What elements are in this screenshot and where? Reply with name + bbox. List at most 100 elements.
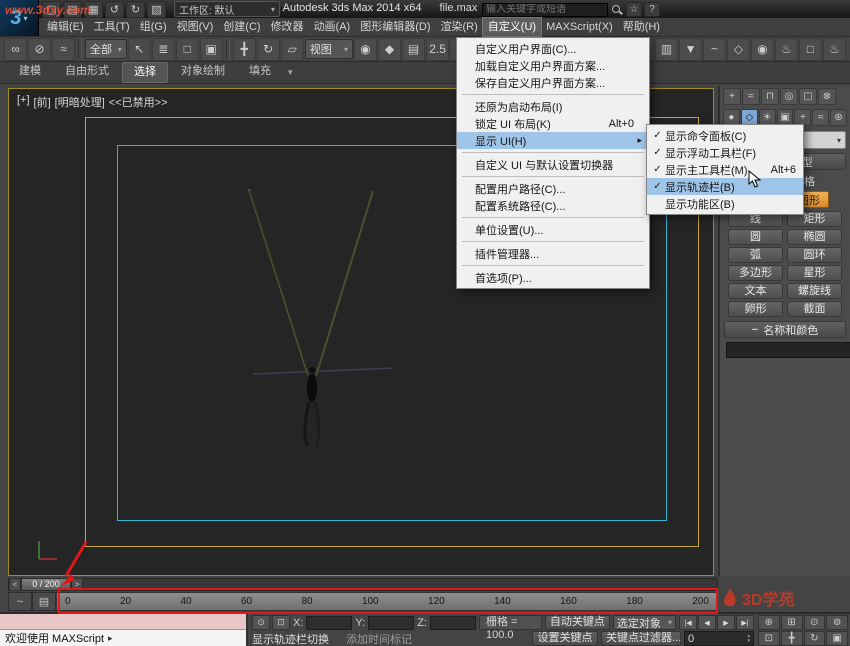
pan-icon[interactable]: ╋ <box>780 631 803 646</box>
redo-icon[interactable]: ↻ <box>126 0 145 18</box>
key-filters-button[interactable]: 关键点过滤器... <box>601 631 681 646</box>
shape-button[interactable]: 卵形 <box>728 301 783 317</box>
previous-frame-icon[interactable]: ◀ <box>698 615 716 630</box>
menubar-item[interactable]: 图形编辑器(D) <box>355 18 435 36</box>
maximize-viewport-icon[interactable]: ▣ <box>826 631 848 646</box>
submenu-item[interactable]: ✓ 显示轨迹栏(B) <box>647 178 803 195</box>
display-tab-icon[interactable]: ▢ <box>799 88 817 105</box>
search-icon[interactable] <box>611 4 623 16</box>
menu-item[interactable]: ✓ 锁定 UI 布局(K) Alt+0 ▸ <box>457 115 649 132</box>
hierarchy-tab-icon[interactable]: ⊓ <box>761 88 779 105</box>
go-to-start-icon[interactable]: |◀ <box>679 615 697 630</box>
select-and-move-icon[interactable]: ╋ <box>232 37 256 61</box>
ribbon-tab[interactable]: 自由形式 <box>54 62 120 83</box>
save-file-icon[interactable]: ▦ <box>84 0 103 18</box>
menubar-item[interactable]: 编辑(E) <box>42 18 89 36</box>
menubar-item[interactable]: 修改器 <box>266 18 309 36</box>
isolate-selection-icon[interactable]: ⊙ <box>252 615 270 630</box>
workspace-selector[interactable]: 工作区: 默认 ▾ <box>174 1 280 17</box>
go-to-end-icon[interactable]: ▶| <box>736 615 754 630</box>
maxscript-mini-listener[interactable]: 欢迎使用 MAXScript ▸ <box>0 614 248 646</box>
reference-coordinate-dropdown[interactable]: 视图 ▾ <box>304 39 354 59</box>
shape-button[interactable]: 圆环 <box>787 247 842 263</box>
auto-key-button[interactable]: 自动关键点 <box>544 615 610 630</box>
menu-item[interactable]: ✓ 自定义 UI 与默认设置切换器 ▸ <box>457 156 649 173</box>
menubar-item[interactable]: 组(G) <box>135 18 172 36</box>
listener-line[interactable]: 欢迎使用 MAXScript ▸ <box>0 630 246 646</box>
viewport-label-part[interactable]: [前] <box>34 94 51 110</box>
ribbon-tab[interactable]: 建模 <box>8 62 52 83</box>
space-warps-category-icon[interactable]: ≈ <box>812 109 830 126</box>
menu-item[interactable]: ✓ 单位设置(U)... ▸ <box>457 221 649 238</box>
shape-button[interactable]: 螺旋线 <box>787 283 842 299</box>
y-coordinate-field[interactable] <box>368 615 415 630</box>
viewport-label-part[interactable]: <<已禁用>> <box>109 94 168 110</box>
select-and-rotate-icon[interactable]: ↻ <box>256 37 280 61</box>
modify-tab-icon[interactable]: ≈ <box>742 88 760 105</box>
add-time-tag-button[interactable]: 添加时间标记 <box>346 631 412 646</box>
menu-item[interactable]: ✓ 配置系统路径(C)... ▸ <box>457 197 649 214</box>
submenu-item[interactable]: ✓ 显示功能区(B) <box>647 195 803 212</box>
selection-set-dropdown[interactable]: 选定对象 ▾ <box>612 615 676 630</box>
use-pivot-center-icon[interactable]: ◉ <box>354 37 378 61</box>
material-editor-icon[interactable]: ◉ <box>751 37 775 61</box>
menubar-item[interactable]: 视图(V) <box>172 18 219 36</box>
shape-button[interactable]: 圆 <box>728 229 783 245</box>
zoom-extents-all-icon[interactable]: ⊚ <box>826 615 848 630</box>
menu-item[interactable]: ✓ 配置用户路径(C)... ▸ <box>457 180 649 197</box>
keyboard-override-icon[interactable]: ▤ <box>402 37 426 61</box>
z-coordinate-field[interactable] <box>429 615 476 630</box>
ribbon-tab[interactable]: 选择 <box>122 62 168 83</box>
layer-manager-icon[interactable]: ▥ <box>655 37 679 61</box>
spinner-icon[interactable]: ▴ ▾ <box>747 633 750 644</box>
track-bar-filter-icon[interactable]: ▤ <box>32 592 56 611</box>
open-file-icon[interactable]: ▤ <box>63 0 82 18</box>
submenu-item[interactable]: ✓ 显示命令面板(C) <box>647 127 803 144</box>
time-slider-handle[interactable]: 0 / 200 <box>21 578 71 591</box>
shape-button[interactable]: 截面 <box>787 301 842 317</box>
menubar-item[interactable]: 渲染(R) <box>436 18 483 36</box>
select-and-scale-icon[interactable]: ▱ <box>280 37 304 61</box>
rendered-frame-icon[interactable]: □ <box>799 37 823 61</box>
ribbon-tab[interactable]: 对象绘制 <box>170 62 236 83</box>
rect-selection-region-icon[interactable]: □ <box>175 37 199 61</box>
viewport-label-part[interactable]: [+] <box>17 94 30 110</box>
menu-item[interactable]: ✓ 保存自定义用户界面方案... ▸ <box>457 74 649 91</box>
ribbon-tab[interactable]: 填充 <box>238 62 282 83</box>
object-name-field[interactable] <box>726 341 850 358</box>
menubar-item[interactable]: MAXScript(X) <box>541 18 618 36</box>
selection-lock-icon[interactable]: ⊡ <box>272 615 290 630</box>
menu-item[interactable]: ✓ 首选项(P)... ▸ <box>457 269 649 286</box>
menu-item[interactable]: ✓ 自定义用户界面(C)... ▸ <box>457 40 649 57</box>
select-by-name-icon[interactable]: ≣ <box>151 37 175 61</box>
viewport-label-part[interactable]: [明暗处理] <box>55 94 105 110</box>
zoom-extents-icon[interactable]: ⊙ <box>803 615 826 630</box>
unlink-selection-icon[interactable]: ⊘ <box>28 37 51 61</box>
menubar-item[interactable]: 创建(C) <box>218 18 265 36</box>
create-tab-icon[interactable]: + <box>723 88 741 105</box>
set-key-button[interactable]: 设置关键点 <box>532 631 598 646</box>
submenu-item[interactable]: ✓ 显示主工具栏(M) Alt+6 <box>647 161 803 178</box>
shape-button[interactable]: 弧 <box>728 247 783 263</box>
ribbon-minimize-icon[interactable]: ▾ <box>288 67 293 78</box>
zoom-region-icon[interactable]: ⊡ <box>758 631 780 646</box>
menubar-item[interactable]: 帮助(H) <box>618 18 665 36</box>
shape-button[interactable]: 文本 <box>728 283 783 299</box>
macro-recorder-line[interactable] <box>0 614 246 630</box>
shape-button[interactable]: 椭圆 <box>787 229 842 245</box>
select-object-icon[interactable]: ↖ <box>127 37 151 61</box>
shape-button[interactable]: 星形 <box>787 265 842 281</box>
time-slider[interactable]: < 0 / 200 > <box>8 578 718 591</box>
orbit-icon[interactable]: ↻ <box>803 631 826 646</box>
ribbon-toggle-icon[interactable]: ▼ <box>679 37 703 61</box>
current-frame-field[interactable]: 0 ▴ ▾ <box>684 631 754 646</box>
bind-to-space-warp-icon[interactable]: ≈ <box>52 37 75 61</box>
application-menu-button[interactable]: 3 ▾ <box>0 0 39 36</box>
menubar-item[interactable]: 自定义(U) <box>481 17 543 37</box>
curve-editor-icon[interactable]: ~ <box>703 37 727 61</box>
menu-item[interactable]: ✓ 插件管理器... ▸ <box>457 245 649 262</box>
menu-item[interactable]: ✓ 显示 UI(H) ▸ <box>457 132 649 149</box>
project-folder-icon[interactable]: ▧ <box>147 0 166 18</box>
previous-frame-button[interactable]: < <box>9 578 21 591</box>
play-icon[interactable]: ▶ <box>717 615 735 630</box>
